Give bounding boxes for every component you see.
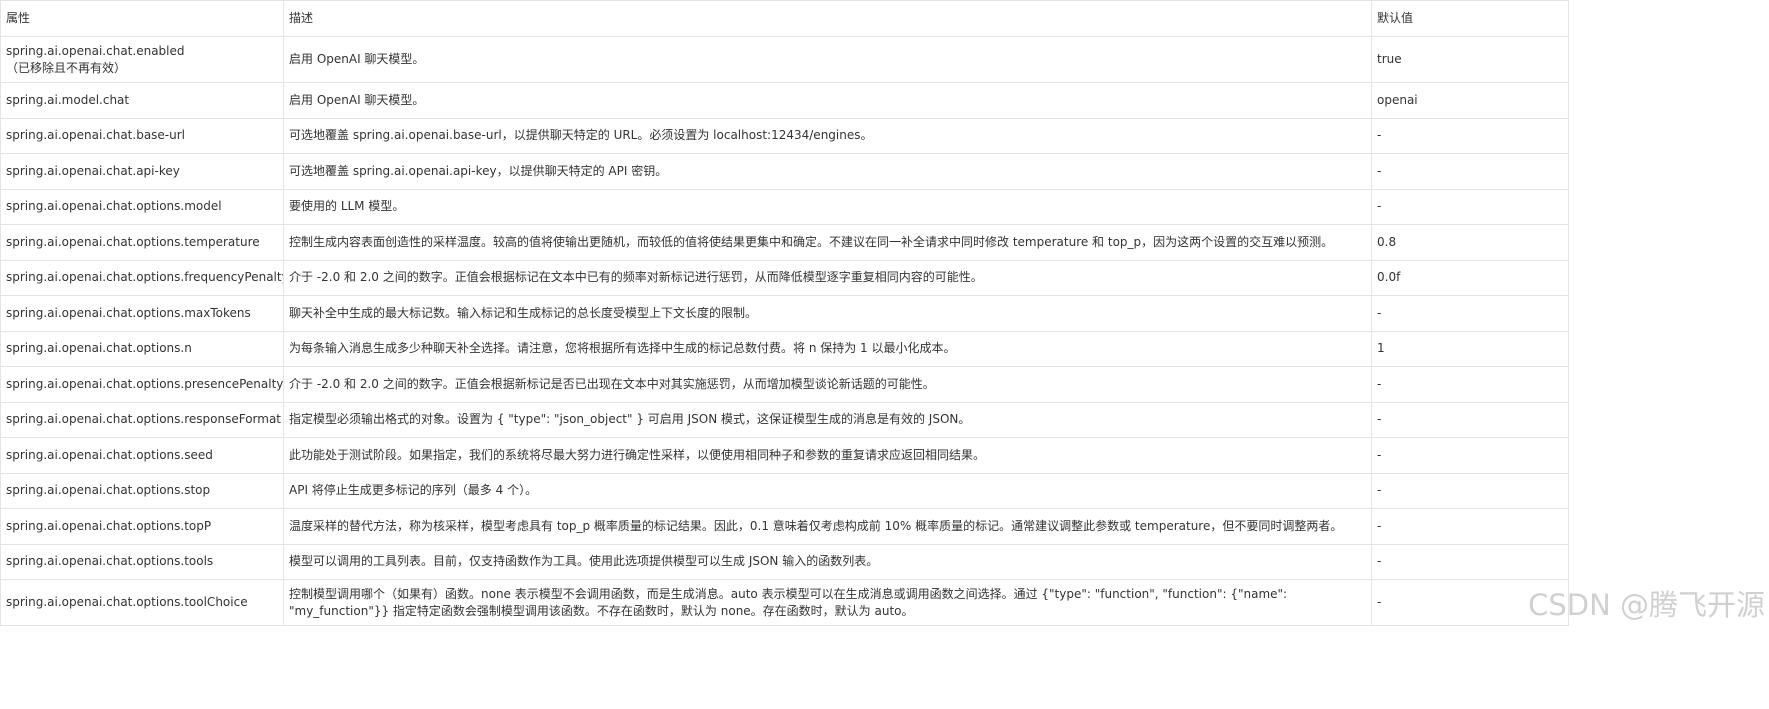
table-row: spring.ai.openai.chat.options.n 为每条输入消息生…: [0, 330, 1569, 367]
description-cell: 启用 OpenAI 聊天模型。: [283, 36, 1372, 83]
description-cell: 此功能处于测试阶段。如果指定，我们的系统将尽最大努力进行确定性采样，以便使用相同…: [283, 437, 1372, 474]
description-cell: 控制模型调用哪个（如果有）函数。none 表示模型不会调用函数，而是生成消息。a…: [283, 579, 1372, 626]
property-cell: spring.ai.openai.chat.options.responseFo…: [0, 401, 284, 438]
property-cell: spring.ai.openai.chat.options.tools: [0, 543, 284, 580]
table-row: spring.ai.openai.chat.options.temperatur…: [0, 224, 1569, 261]
description-cell: 可选地覆盖 spring.ai.openai.base-url，以提供聊天特定的…: [283, 117, 1372, 154]
default-cell: 1: [1371, 330, 1569, 367]
table-row: spring.ai.openai.chat.options.stop API 将…: [0, 472, 1569, 509]
default-cell: true: [1371, 36, 1569, 83]
table-row: spring.ai.openai.chat.options.responseFo…: [0, 401, 1569, 438]
default-cell: -: [1371, 472, 1569, 509]
default-cell: 0.0f: [1371, 259, 1569, 296]
property-cell: spring.ai.openai.chat.options.seed: [0, 437, 284, 474]
default-cell: -: [1371, 153, 1569, 190]
default-cell: -: [1371, 188, 1569, 225]
header-row: 属性 描述 默认值: [0, 0, 1569, 37]
property-cell: spring.ai.openai.chat.options.toolChoice: [0, 579, 284, 626]
table-row: spring.ai.model.chat 启用 OpenAI 聊天模型。 ope…: [0, 82, 1569, 119]
description-cell: 启用 OpenAI 聊天模型。: [283, 82, 1372, 119]
description-cell: 聊天补全中生成的最大标记数。输入标记和生成标记的总长度受模型上下文长度的限制。: [283, 295, 1372, 332]
property-cell: spring.ai.openai.chat.options.n: [0, 330, 284, 367]
default-cell: -: [1371, 366, 1569, 403]
default-cell: -: [1371, 437, 1569, 474]
property-cell: spring.ai.openai.chat.options.model: [0, 188, 284, 225]
default-cell: -: [1371, 401, 1569, 438]
table-row: spring.ai.openai.chat.options.frequencyP…: [0, 259, 1569, 296]
property-cell: spring.ai.openai.chat.options.maxTokens: [0, 295, 284, 332]
table-row: spring.ai.openai.chat.options.seed 此功能处于…: [0, 437, 1569, 474]
header-property: 属性: [0, 0, 284, 37]
description-cell: 介于 -2.0 和 2.0 之间的数字。正值会根据标记在文本中已有的频率对新标记…: [283, 259, 1372, 296]
description-cell: 可选地覆盖 spring.ai.openai.api-key，以提供聊天特定的 …: [283, 153, 1372, 190]
property-cell: spring.ai.model.chat: [0, 82, 284, 119]
property-cell: spring.ai.openai.chat.options.stop: [0, 472, 284, 509]
table-row: spring.ai.openai.chat.options.model 要使用的…: [0, 188, 1569, 225]
default-cell: -: [1371, 295, 1569, 332]
property-name: spring.ai.openai.chat.enabled: [6, 43, 185, 58]
default-cell: -: [1371, 508, 1569, 545]
default-cell: -: [1371, 117, 1569, 154]
description-cell: 指定模型必须输出格式的对象。设置为 { "type": "json_object…: [283, 401, 1372, 438]
table-row: spring.ai.openai.chat.base-url 可选地覆盖 spr…: [0, 117, 1569, 154]
header-description: 描述: [283, 0, 1372, 37]
property-cell: spring.ai.openai.chat.options.topP: [0, 508, 284, 545]
property-cell: spring.ai.openai.chat.base-url: [0, 117, 284, 154]
properties-table: 属性 描述 默认值 spring.ai.openai.chat.enabled …: [0, 0, 1569, 626]
default-cell: -: [1371, 543, 1569, 580]
table-row: spring.ai.openai.chat.options.maxTokens …: [0, 295, 1569, 332]
description-cell: 控制生成内容表面创造性的采样温度。较高的值将使输出更随机，而较低的值将使结果更集…: [283, 224, 1372, 261]
property-cell: spring.ai.openai.chat.options.temperatur…: [0, 224, 284, 261]
table-row: spring.ai.openai.chat.api-key 可选地覆盖 spri…: [0, 153, 1569, 190]
default-cell: openai: [1371, 82, 1569, 119]
property-cell: spring.ai.openai.chat.enabled （已移除且不再有效）: [0, 36, 284, 83]
description-cell: 温度采样的替代方法，称为核采样，模型考虑具有 top_p 概率质量的标记结果。因…: [283, 508, 1372, 545]
header-default: 默认值: [1371, 0, 1569, 37]
table-row: spring.ai.openai.chat.enabled （已移除且不再有效）…: [0, 36, 1569, 83]
description-cell: 介于 -2.0 和 2.0 之间的数字。正值会根据新标记是否已出现在文本中对其实…: [283, 366, 1372, 403]
description-cell: 模型可以调用的工具列表。目前，仅支持函数作为工具。使用此选项提供模型可以生成 J…: [283, 543, 1372, 580]
table-header: 属性 描述 默认值: [0, 0, 1569, 37]
property-note: （已移除且不再有效）: [6, 60, 127, 75]
default-cell: -: [1371, 579, 1569, 626]
table-body: spring.ai.openai.chat.enabled （已移除且不再有效）…: [0, 36, 1569, 626]
table-row: spring.ai.openai.chat.options.presencePe…: [0, 366, 1569, 403]
property-cell: spring.ai.openai.chat.options.presencePe…: [0, 366, 284, 403]
table-row: spring.ai.openai.chat.options.topP 温度采样的…: [0, 508, 1569, 545]
default-cell: 0.8: [1371, 224, 1569, 261]
property-cell: spring.ai.openai.chat.options.frequencyP…: [0, 259, 284, 296]
table-row: spring.ai.openai.chat.options.toolChoice…: [0, 579, 1569, 626]
property-cell: spring.ai.openai.chat.api-key: [0, 153, 284, 190]
description-cell: API 将停止生成更多标记的序列（最多 4 个）。: [283, 472, 1372, 509]
description-cell: 要使用的 LLM 模型。: [283, 188, 1372, 225]
table-row: spring.ai.openai.chat.options.tools 模型可以…: [0, 543, 1569, 580]
description-cell: 为每条输入消息生成多少种聊天补全选择。请注意，您将根据所有选择中生成的标记总数付…: [283, 330, 1372, 367]
